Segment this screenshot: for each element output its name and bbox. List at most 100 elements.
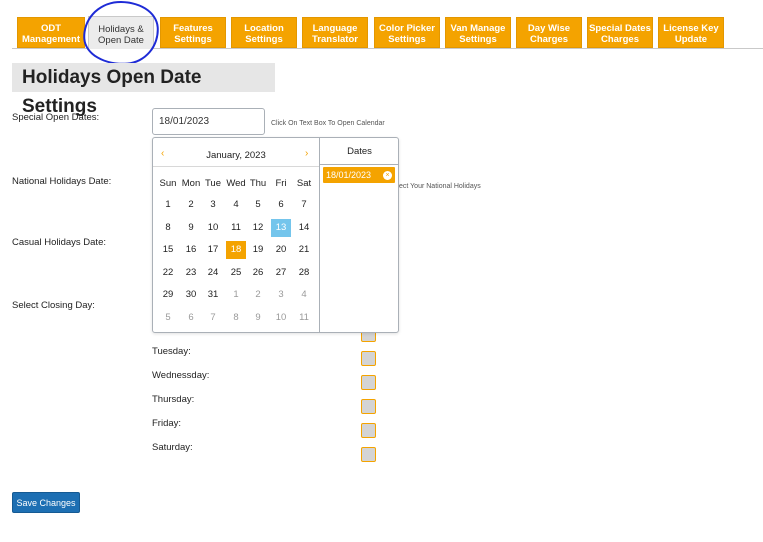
closing-day-tuesday-label: Tuesday: — [152, 346, 191, 357]
national-holidays-hint: ect Your National Holidays — [399, 183, 481, 190]
calendar-day[interactable]: 4 — [294, 286, 314, 304]
tab-label-line1: Van Manage — [450, 23, 506, 34]
calendar-day[interactable]: 16 — [181, 241, 201, 259]
tab-label-line2: Charges — [600, 34, 639, 45]
calendar-day[interactable]: 6 — [271, 196, 291, 214]
calendar-day[interactable]: 26 — [248, 264, 268, 282]
tab-location-settings[interactable]: Location Settings — [231, 17, 297, 48]
calendar-day[interactable]: 13 — [271, 218, 291, 237]
closing-day-checkbox[interactable] — [361, 351, 376, 366]
calendar-day[interactable]: 9 — [248, 309, 268, 327]
tab-label-line1: Color Picker — [379, 23, 435, 34]
calendar-day[interactable]: 5 — [158, 309, 178, 327]
calendar-day[interactable]: 10 — [203, 219, 223, 237]
save-changes-button[interactable]: Save Changes — [12, 492, 80, 513]
dates-divider — [320, 164, 399, 165]
calendar-day[interactable]: 8 — [158, 219, 178, 237]
calendar-day[interactable]: 23 — [181, 264, 201, 282]
dates-header: Dates — [347, 146, 372, 157]
calendar-day[interactable]: 7 — [294, 196, 314, 214]
weekday-header: Tue — [204, 178, 222, 189]
calendar-hint: Click On Text Box To Open Calendar — [271, 120, 385, 127]
calendar-day[interactable]: 21 — [294, 241, 314, 259]
closing-day-checkbox[interactable] — [361, 423, 376, 438]
selected-date-chip[interactable]: 18/01/2023 × — [323, 167, 395, 183]
tab-label-line1: Location — [244, 23, 284, 34]
date-picker-popup: ‹ January, 2023 › Sun Mon Tue Wed Thu Fri Sat 1… — [152, 137, 399, 333]
calendar-day[interactable]: 2 — [181, 196, 201, 214]
calendar-day[interactable]: 18 — [226, 241, 246, 260]
tab-label-line2: Charges — [529, 34, 568, 45]
calendar-day[interactable]: 19 — [248, 241, 268, 259]
calendar-day[interactable]: 9 — [181, 219, 201, 237]
calendar-day[interactable]: 3 — [271, 286, 291, 304]
tab-features-settings[interactable]: Features Settings — [160, 17, 226, 48]
calendar-day[interactable]: 27 — [271, 264, 291, 282]
calendar-day[interactable]: 4 — [226, 196, 246, 214]
calendar-day[interactable]: 30 — [181, 286, 201, 304]
weekday-header: Sun — [159, 178, 177, 189]
calendar-day[interactable]: 31 — [203, 286, 223, 304]
calendar-day[interactable]: 14 — [294, 219, 314, 237]
calendar-month-label: January, 2023 — [206, 150, 266, 161]
closing-day-saturday-label: Saturday: — [152, 442, 193, 453]
calendar-day[interactable]: 22 — [158, 264, 178, 282]
tab-label-line1: License Key — [663, 23, 719, 34]
calendar-day[interactable]: 12 — [248, 219, 268, 237]
weekday-header: Mon — [181, 178, 201, 189]
calendar-day[interactable]: 24 — [203, 264, 223, 282]
tab-label-line1: Language — [312, 23, 358, 34]
tab-special-dates-charges[interactable]: Special Dates Charges — [587, 17, 653, 48]
calendar-day[interactable]: 7 — [203, 309, 223, 327]
selected-date-text: 18/01/2023 — [326, 170, 372, 180]
calendar-day[interactable]: 15 — [158, 241, 178, 259]
tab-color-picker-settings[interactable]: Color Picker Settings — [374, 17, 440, 48]
closing-day-wednesday-label: Wednessday: — [152, 370, 210, 381]
calendar-day[interactable]: 1 — [158, 196, 178, 214]
calendar-day[interactable]: 11 — [294, 309, 314, 327]
weekday-header: Fri — [275, 178, 287, 189]
calendar-day[interactable]: 8 — [226, 309, 246, 327]
tab-label-line1: Special Dates — [589, 23, 651, 34]
calendar-day[interactable]: 29 — [158, 286, 178, 304]
calendar-day[interactable]: 25 — [226, 264, 246, 282]
selected-dates-panel: Dates 18/01/2023 × — [319, 138, 399, 332]
calendar-day[interactable]: 17 — [203, 241, 223, 259]
next-month-icon[interactable]: › — [305, 148, 308, 159]
calendar-day[interactable]: 28 — [294, 264, 314, 282]
tab-label-line2: Settings — [459, 34, 497, 45]
calendar-day[interactable]: 1 — [226, 286, 246, 304]
calendar-day[interactable]: 5 — [248, 196, 268, 214]
tab-language-translator[interactable]: Language Translator — [302, 17, 368, 48]
calendar-day[interactable]: 10 — [271, 309, 291, 327]
tab-day-wise-charges[interactable]: Day Wise Charges — [516, 17, 582, 48]
tab-odt-management[interactable]: ODT Management — [17, 17, 85, 48]
calendar-day[interactable]: 11 — [226, 219, 246, 237]
tab-label-line1: Features — [173, 23, 213, 34]
closing-day-checkbox[interactable] — [361, 399, 376, 414]
tab-label-line2: Translator — [312, 34, 358, 45]
calendar-day[interactable]: 3 — [203, 196, 223, 214]
calendar-month-view: ‹ January, 2023 › Sun Mon Tue Wed Thu Fri Sat 1… — [153, 138, 319, 332]
special-open-dates-input[interactable]: 18/01/2023 — [152, 108, 265, 135]
closing-day-checkbox[interactable] — [361, 375, 376, 390]
tab-label-line1: Day Wise — [527, 23, 571, 34]
calendar-divider — [153, 166, 319, 167]
calendar-day[interactable]: 20 — [271, 241, 291, 259]
tab-license-key-update[interactable]: License Key Update — [658, 17, 724, 48]
tab-van-manage-settings[interactable]: Van Manage Settings — [445, 17, 511, 48]
calendar-day[interactable]: 6 — [181, 309, 201, 327]
closing-day-thursday-label: Thursday: — [152, 394, 195, 405]
remove-date-icon[interactable]: × — [383, 171, 392, 180]
closing-day-friday-label: Friday: — [152, 418, 182, 429]
tab-holidays-open-date[interactable]: Holidays & Open Date — [88, 16, 154, 49]
tab-label-line2: Update — [674, 34, 708, 45]
tab-label-line2: Management — [21, 34, 81, 45]
tab-label-line1: Holidays & — [98, 24, 144, 35]
closing-day-checkbox[interactable] — [361, 447, 376, 462]
special-open-dates-label: Special Open Dates: — [12, 112, 100, 123]
calendar-day[interactable]: 2 — [248, 286, 268, 304]
weekday-header: Wed — [226, 178, 246, 189]
tab-label-line1: ODT — [40, 23, 62, 34]
tab-label-line2: Settings — [245, 34, 283, 45]
